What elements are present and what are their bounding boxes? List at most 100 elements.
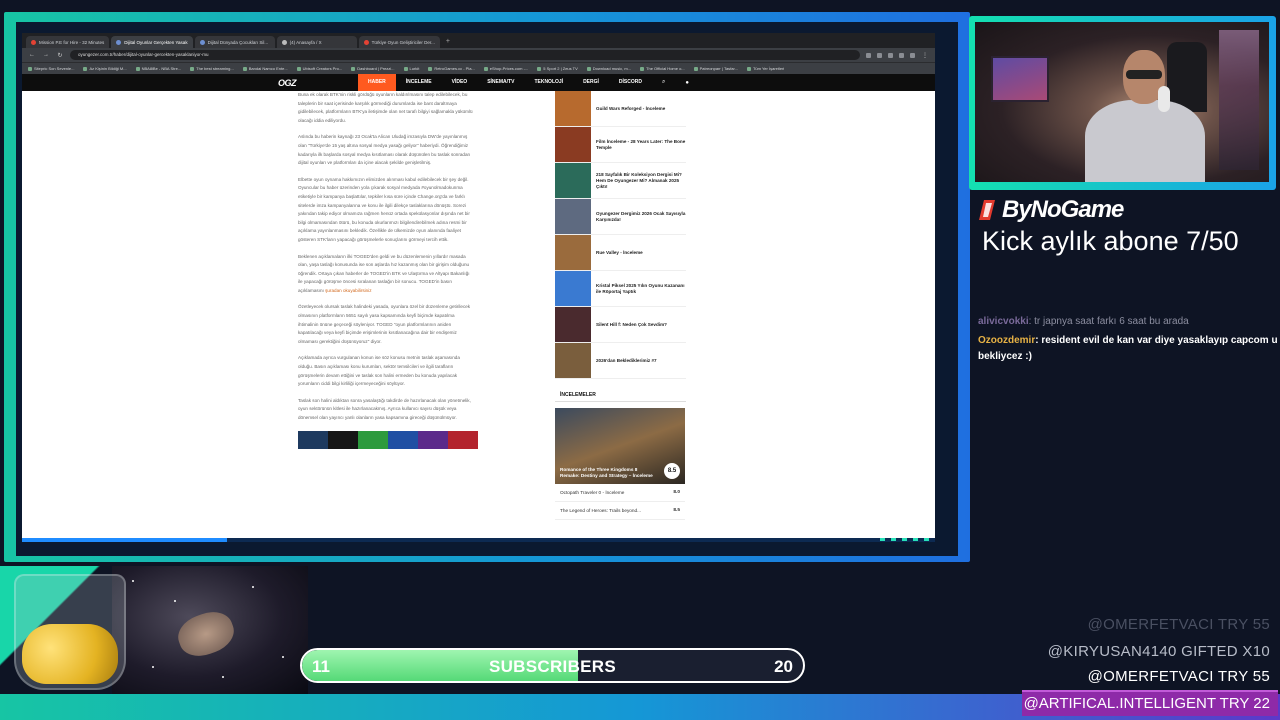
profile-icon[interactable]: [910, 52, 915, 58]
all-bookmarks[interactable]: Tüm Yer İşaretleri: [746, 66, 785, 71]
site-logo[interactable]: OGZ: [278, 78, 297, 88]
new-tab-button[interactable]: +: [442, 36, 454, 48]
chat-username: Ozoozdemir: [978, 335, 1036, 346]
color-block: [418, 430, 448, 449]
nav-inceleme[interactable]: İNCELEME: [396, 74, 442, 91]
sidebar-news-item[interactable]: Rue Valley - İnceleme: [555, 235, 686, 271]
sidebar-news-item[interactable]: Oyungezer Dergimiz 2026 Ocak Sayısıyla K…: [555, 199, 686, 235]
bynogame-icon: [979, 200, 995, 220]
news-title: Film İnceleme - 28 Years Later: The Bone…: [596, 138, 686, 150]
score-badge: 8.5: [664, 463, 680, 479]
color-block: [358, 430, 388, 449]
subscriber-progress-bar: 11 SUBSCRIBERS 20: [300, 648, 805, 683]
browser-tab-2[interactable]: Dijital Oyunlar Gerçekten Yasak: [111, 36, 193, 48]
bookmark[interactable]: Sitepric Son Sevenle...: [28, 66, 74, 71]
back-icon[interactable]: ←: [28, 52, 36, 58]
color-block: [298, 430, 328, 449]
bookmark[interactable]: 5 Sport 2 | Zeus TV: [537, 66, 578, 71]
sidebar-news-item[interactable]: Silent Hill f: Neden Çok Sevdim?: [555, 307, 686, 343]
bookmark[interactable]: Az Kişinin Bildiği M...: [83, 66, 127, 71]
sidebar-news-list: Guild Wars Reforged - İnceleme Film İncel…: [555, 91, 686, 379]
site-navbar: OGZ HABER İNCELEME VİDEO SİNEMA/TV TEKNO…: [22, 74, 935, 91]
nav-discord[interactable]: DİSCORD: [609, 74, 652, 91]
news-thumbnail: [555, 163, 591, 198]
news-thumbnail: [555, 199, 591, 234]
sidebar-news-item[interactable]: Film İnceleme - 28 Years Later: The Bone…: [555, 127, 686, 163]
browser-tab-4[interactable]: (4) Anasayfa / X: [276, 36, 357, 48]
sidebar-news-item[interactable]: Guild Wars Reforged - İnceleme: [555, 91, 686, 127]
menu-icon[interactable]: ⋮: [921, 52, 929, 59]
review-title: Octopath Traveler 0 - İnceleme: [560, 490, 625, 495]
extension-icon[interactable]: [888, 52, 893, 58]
nav-teknoloji[interactable]: TEKNOLOJİ: [524, 74, 573, 91]
event-item-highlight: @ARTIFICAL.INTELLIGENT TRY 22: [1022, 690, 1278, 716]
bookmark[interactable]: eShop-Prices.com -...: [483, 66, 528, 71]
subscriber-label: SUBSCRIBERS: [488, 657, 617, 676]
article-paragraph: Taslak son halini aldıktan sonra yasalaş…: [298, 397, 471, 420]
bookmark[interactable]: Dashboard | Prezzi...: [351, 66, 395, 71]
browser-window: Mission P.E for Hire - 32 Minutes Dijita…: [22, 33, 935, 538]
user-icon[interactable]: ●: [675, 80, 699, 86]
article-paragraph: Beklenen açıklamaların ilki TOGED'den ge…: [298, 253, 474, 296]
search-icon[interactable]: ⌕: [652, 79, 675, 86]
sidebar-news-item[interactable]: 218 Sayfalık Bir Koleksiyon Dergisi Mi? …: [555, 163, 686, 199]
frame-decoration: [880, 538, 929, 541]
bookmark[interactable]: The best streaming...: [190, 66, 234, 71]
tab-label: (4) Anasayfa / X: [289, 39, 322, 45]
nav-haber[interactable]: HABER: [358, 74, 396, 91]
bookmark[interactable]: Bandai Namco Ente...: [242, 66, 288, 71]
microphone: [1158, 86, 1170, 112]
sidebar-news-item[interactable]: Kristal Piksel 2025 Yılın Oyunu Kazananı…: [555, 271, 686, 307]
event-item: @OMERFETVACI TRY 55: [1087, 616, 1270, 633]
browser-tab-3[interactable]: Dijital Dünyada Çocukları Sil...: [194, 36, 275, 48]
sidebar-news-item[interactable]: 2026'dan Beklediklerimiz #7: [555, 343, 686, 379]
bookmark[interactable]: Patreonparr | Tasfar...: [693, 66, 738, 71]
bookmarks-bar: Sitepric Son Sevenle... Az Kişinin Bildi…: [22, 62, 935, 74]
article-image-strip: [298, 430, 478, 449]
nav-video[interactable]: VİDEO: [442, 74, 478, 91]
reload-icon[interactable]: ↻: [56, 52, 64, 59]
tab-label: Mission P.E for Hire - 32 Minutes: [39, 39, 105, 45]
browser-tab-5[interactable]: Türkiye Oyun Geliştiriciler Der...: [358, 36, 440, 48]
forward-icon[interactable]: →: [42, 52, 50, 58]
bookmark[interactable]: The Official Home o...: [640, 66, 685, 71]
review-row[interactable]: Octopath Traveler 0 - İnceleme 8.0: [555, 484, 685, 502]
bookmark-label: Patreonparr | Tasfar...: [699, 66, 738, 71]
site-favicon-icon: [363, 39, 369, 45]
scrollbar-thumb[interactable]: [22, 538, 227, 542]
browser-toolbar: ← → ↻ oyungezer.com.tr/haber/dijital-oyu…: [22, 48, 935, 62]
nav-sinema-tv[interactable]: SİNEMA/TV: [477, 74, 524, 91]
bookmark[interactable]: RetroGames.cc - Pla...: [428, 66, 475, 71]
article-paragraph: Açıklamada ayrıca vurgulanan konun ise s…: [298, 355, 460, 387]
event-item: @OMERFETVACI TRY 55: [1087, 668, 1270, 685]
press-release-link[interactable]: şuradan okuyabilirsiniz: [325, 288, 371, 293]
bookmark[interactable]: Lurkit: [403, 66, 420, 71]
news-thumbnail: [555, 91, 591, 126]
featured-review-title: Romance of the Three Kingdoms 8 Remake: …: [560, 467, 653, 478]
horizontal-scrollbar[interactable]: [22, 538, 935, 542]
address-bar[interactable]: oyungezer.com.tr/haber/dijital-oyunlar-g…: [70, 50, 860, 60]
bookmark[interactable]: NBA8iBe - NBA Stre...: [135, 66, 181, 71]
tab-label: Dijital Oyunlar Gerçekten Yasak: [124, 39, 188, 45]
chat-message-continued: bekliycez :): [978, 349, 1280, 365]
extension-icon[interactable]: [877, 52, 882, 58]
color-block: [388, 430, 418, 449]
news-title: Rue Valley - İnceleme: [596, 249, 643, 255]
bookmark[interactable]: Download music, m...: [586, 66, 631, 71]
subscriber-goal-text: Kick aylık abone 7/50: [982, 226, 1239, 256]
tab-label: Dijital Dünyada Çocukları Sil...: [207, 39, 269, 45]
bookmark-label: 5 Sport 2 | Zeus TV: [543, 66, 578, 71]
star-icon[interactable]: [866, 52, 871, 58]
featured-review-card[interactable]: Romance of the Three Kingdoms 8 Remake: …: [555, 408, 685, 484]
news-title: Kristal Piksel 2025 Yılın Oyunu Kazananı…: [596, 282, 685, 294]
bookmark[interactable]: Ubisoft Creators Pro...: [296, 66, 342, 71]
bookmark-label: Lurkit: [409, 66, 420, 71]
browser-tab-1[interactable]: Mission P.E for Hire - 32 Minutes: [26, 36, 110, 48]
bookmark-label: Az Kişinin Bildiği M...: [89, 66, 127, 71]
bookmark-label: Tüm Yer İşaretleri: [752, 66, 785, 71]
news-title: Guild Wars Reforged - İnceleme: [596, 105, 666, 111]
bookmark-label: Bandai Namco Ente...: [248, 66, 288, 71]
nav-dergi[interactable]: DERGİ: [573, 74, 609, 91]
extension-icon[interactable]: [899, 52, 904, 58]
review-row[interactable]: The Legend of Heroes: Trails beyond... 8.…: [555, 502, 685, 520]
